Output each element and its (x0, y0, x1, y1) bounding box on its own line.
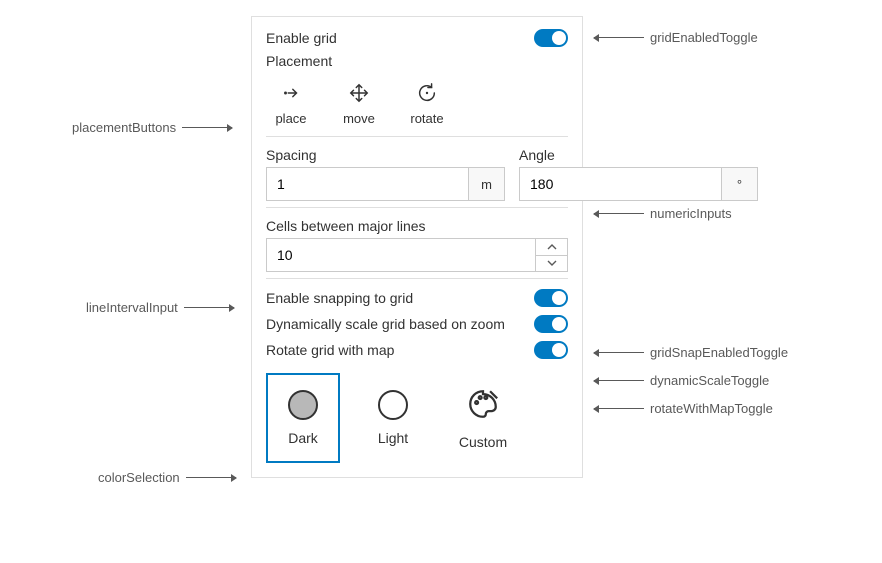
line-interval-input (266, 238, 568, 272)
angle-input-group: ° (519, 167, 758, 201)
color-dark-label: Dark (288, 430, 318, 446)
color-selection: Dark Light Custom (266, 373, 568, 463)
enable-grid-label: Enable grid (266, 30, 337, 46)
dark-swatch-icon (288, 390, 318, 420)
cells-input[interactable] (267, 239, 535, 271)
annot-line-interval: lineIntervalInput (86, 300, 234, 315)
dynamic-scale-label: Dynamically scale grid based on zoom (266, 316, 505, 332)
placement-label: Placement (266, 53, 568, 69)
angle-label: Angle (519, 147, 758, 163)
spacing-unit[interactable]: m (468, 168, 504, 200)
rotate-icon (415, 81, 439, 105)
placement-rotate-button[interactable]: rotate (402, 81, 452, 126)
grid-settings-panel: Enable grid Placement place (251, 16, 583, 478)
annot-grid-enabled: gridEnabledToggle (594, 30, 758, 45)
cells-step-down[interactable] (536, 256, 567, 272)
angle-input[interactable] (520, 168, 721, 200)
grid-snap-enabled-toggle[interactable] (534, 289, 568, 307)
move-icon (347, 81, 371, 105)
annot-numeric-inputs: numericInputs (594, 206, 732, 221)
color-custom-label: Custom (459, 434, 507, 450)
dynamic-scale-toggle[interactable] (534, 315, 568, 333)
placement-move-label: move (343, 111, 375, 126)
cells-step-up[interactable] (536, 239, 567, 256)
cells-label: Cells between major lines (266, 218, 568, 234)
rotate-with-map-label: Rotate grid with map (266, 342, 394, 358)
annot-dynamic-scale: dynamicScaleToggle (594, 373, 769, 388)
divider (266, 278, 568, 279)
rotate-with-map-toggle[interactable] (534, 341, 568, 359)
placement-move-button[interactable]: move (334, 81, 384, 126)
angle-unit: ° (721, 168, 757, 200)
annot-placement-buttons: placementButtons (72, 120, 232, 135)
grid-enabled-toggle[interactable] (534, 29, 568, 47)
color-option-light[interactable]: Light (356, 373, 430, 463)
placement-place-label: place (275, 111, 306, 126)
spacing-input-group: m (266, 167, 505, 201)
light-swatch-icon (378, 390, 408, 420)
placement-place-button[interactable]: place (266, 81, 316, 126)
palette-icon (466, 387, 500, 424)
annot-color-selection: colorSelection (98, 470, 236, 485)
placement-rotate-label: rotate (410, 111, 443, 126)
divider (266, 136, 568, 137)
annot-rotate-map: rotateWithMapToggle (594, 401, 773, 416)
snap-label: Enable snapping to grid (266, 290, 413, 306)
divider (266, 207, 568, 208)
color-option-custom[interactable]: Custom (446, 373, 520, 463)
spacing-input[interactable] (267, 168, 468, 200)
place-icon (279, 81, 303, 105)
color-light-label: Light (378, 430, 408, 446)
spacing-label: Spacing (266, 147, 505, 163)
annot-snap-toggle: gridSnapEnabledToggle (594, 345, 788, 360)
placement-buttons: place move (266, 81, 568, 126)
color-option-dark[interactable]: Dark (266, 373, 340, 463)
